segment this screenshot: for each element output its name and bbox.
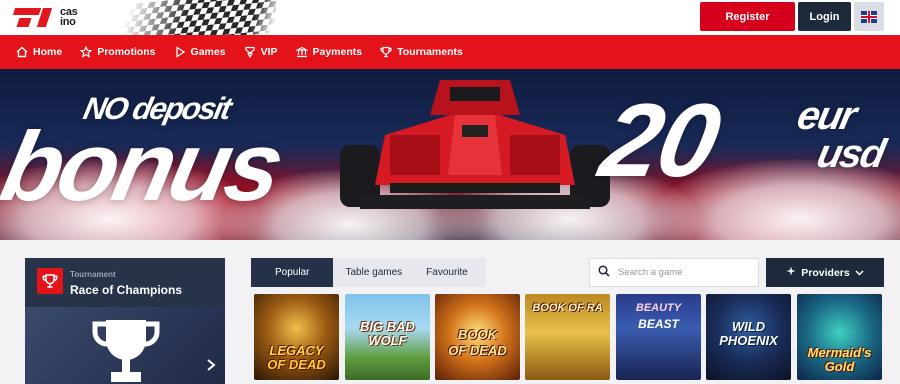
game-title-line2: PHOENIX [719, 333, 778, 348]
banner-bonus-text: bonus [0, 111, 290, 221]
chevron-down-icon [855, 267, 864, 279]
tournament-title: Race of Champions [70, 283, 183, 297]
nav-item-tournaments[interactable]: Tournaments [380, 46, 463, 58]
nav-item-vip[interactable]: VIP [244, 46, 278, 58]
banner-currency-usd: usd [813, 132, 888, 176]
providers-icon [786, 266, 796, 279]
game-search[interactable] [589, 258, 759, 287]
nav-item-label: Home [33, 46, 63, 58]
tournament-trophy-icon [92, 320, 160, 382]
logo-text: cas ino [60, 7, 78, 28]
nav-item-home[interactable]: Home [16, 46, 62, 58]
home-icon [16, 46, 28, 58]
uk-flag-icon [861, 10, 877, 23]
nav-item-label: Tournaments [397, 46, 463, 58]
nav-item-label: Promotions [97, 46, 156, 58]
site-logo[interactable]: cas ino [12, 4, 94, 30]
game-title-line1: BOOK OF RA [532, 302, 603, 314]
logo-text-bottom: ino [60, 16, 76, 28]
trophy-icon [380, 46, 392, 58]
logo-mark-icon [12, 6, 58, 28]
nav-item-promotions[interactable]: Promotions [80, 46, 156, 58]
game-title-line1: LEGACY [269, 343, 324, 358]
game-title-line1: BEAUTY [635, 302, 682, 314]
search-icon [598, 264, 610, 282]
game-title-line2: WOLF [368, 333, 407, 348]
tournament-card[interactable]: Tournament Race of Champions [25, 258, 225, 384]
providers-dropdown[interactable]: Providers [766, 258, 884, 287]
checkered-flag-decoration [96, 0, 276, 35]
game-title-line1: BIG BAD [360, 319, 415, 334]
tournament-label: Tournament [70, 270, 116, 279]
tab-table-games[interactable]: Table games [333, 258, 414, 287]
game-tile-wild-phoenix[interactable]: WILD PHOENIX [706, 294, 791, 380]
game-title-line1: BOOK [458, 327, 497, 342]
nav-item-games[interactable]: Games [174, 46, 226, 58]
star-icon [80, 46, 93, 58]
game-category-tabs: Popular Table games Favourite [251, 258, 486, 287]
game-title-line1: WILD [731, 319, 766, 334]
search-input[interactable] [618, 267, 748, 278]
tab-popular[interactable]: Popular [251, 258, 334, 287]
game-title-line2: BEAST [638, 317, 679, 331]
game-title-line1: Mermaid's [807, 345, 872, 360]
game-tile-book-of-ra[interactable]: BOOK OF RA [525, 294, 610, 380]
game-title-line2: Gold [824, 359, 855, 374]
nav-item-label: Payments [312, 46, 363, 58]
tournament-card-header: Tournament Race of Champions [25, 258, 225, 307]
play-icon [174, 46, 186, 58]
game-title-line2: OF DEAD [267, 357, 326, 372]
register-button[interactable]: Register [700, 2, 795, 31]
promo-banner[interactable]: NO deposit bonus 20 eur usd [0, 69, 900, 240]
tab-favourite[interactable]: Favourite [414, 258, 486, 287]
language-selector[interactable] [854, 2, 884, 31]
game-tile-beauty-and-the-beast[interactable]: BEAUTY BEAST [616, 294, 701, 380]
nav-item-payments[interactable]: Payments [295, 46, 363, 58]
game-grid: LEGACY OF DEAD BIG BAD WOLF BOOK OF DEAD… [251, 294, 891, 384]
vip-icon [244, 46, 256, 58]
banner-amount-text: 20 [591, 83, 729, 199]
login-button[interactable]: Login [798, 2, 851, 31]
game-tile-legacy-of-dead[interactable]: LEGACY OF DEAD [254, 294, 339, 380]
race-car-illustration [340, 80, 610, 209]
chevron-right-icon[interactable] [205, 358, 221, 374]
trophy-icon [37, 268, 63, 294]
game-title-line2: OF DEAD [448, 343, 507, 358]
nav-item-label: Games [190, 46, 226, 58]
top-bar: cas ino Register Login [0, 0, 900, 35]
banner-currency-eur: eur [793, 94, 859, 138]
nav-item-label: VIP [260, 46, 278, 58]
providers-label: Providers [801, 266, 850, 279]
game-tile-mermaids-gold[interactable]: Mermaid's Gold [797, 294, 882, 380]
payments-icon [295, 46, 308, 58]
game-tile-book-of-dead[interactable]: BOOK OF DEAD [435, 294, 520, 380]
main-nav: Home Promotions Games VIP Payments Tourn… [0, 35, 900, 69]
game-tile-big-bad-wolf[interactable]: BIG BAD WOLF [345, 294, 430, 380]
